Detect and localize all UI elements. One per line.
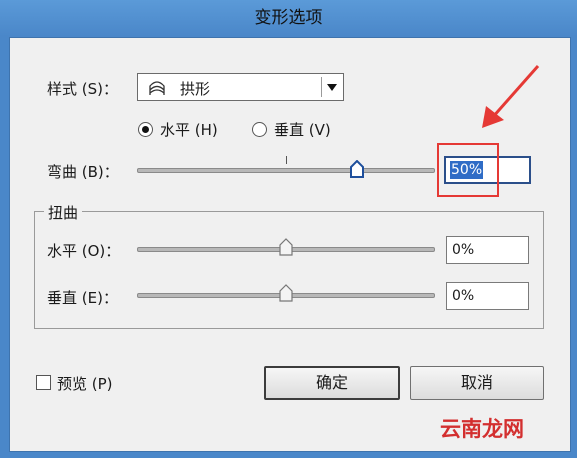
bend-slider[interactable] [137, 168, 435, 173]
distort-horizontal-thumb[interactable] [279, 238, 293, 256]
preview-label[interactable]: 预览 (P) [57, 373, 113, 394]
distort-horizontal-label: 水平 (O)： [47, 242, 121, 260]
bend-label: 弯曲 (B)： [47, 163, 119, 181]
watermark-text: 云南龙网 [440, 417, 524, 441]
distortion-group [34, 211, 544, 329]
arch-icon [149, 81, 165, 95]
distort-horizontal-input[interactable]: 0% [446, 236, 529, 264]
vertical-radio[interactable] [252, 122, 267, 137]
preview-checkbox[interactable] [36, 375, 51, 390]
horizontal-radio-label[interactable]: 水平 (H) [160, 119, 218, 140]
annotation-arrow-icon [482, 65, 540, 128]
dialog-title: 变形选项 [0, 0, 577, 36]
distort-vertical-thumb[interactable] [279, 284, 293, 302]
bend-slider-thumb[interactable] [350, 160, 364, 178]
select-divider [321, 77, 322, 97]
chevron-down-icon[interactable] [327, 84, 337, 91]
distort-vertical-label: 垂直 (E)： [47, 289, 118, 307]
ok-button[interactable]: 确定 [264, 366, 400, 400]
horizontal-radio[interactable] [138, 122, 153, 137]
style-select-value: 拱形 [180, 80, 211, 98]
annotation-highlight-box [437, 143, 499, 197]
distort-vertical-input[interactable]: 0% [446, 282, 529, 310]
style-select[interactable]: 拱形 [137, 73, 344, 101]
distortion-group-title: 扭曲 [44, 202, 83, 223]
style-label: 样式 (S)： [47, 80, 118, 98]
bend-center-tick [286, 156, 287, 164]
cancel-button[interactable]: 取消 [410, 366, 544, 400]
vertical-radio-label[interactable]: 垂直 (V) [274, 119, 331, 140]
